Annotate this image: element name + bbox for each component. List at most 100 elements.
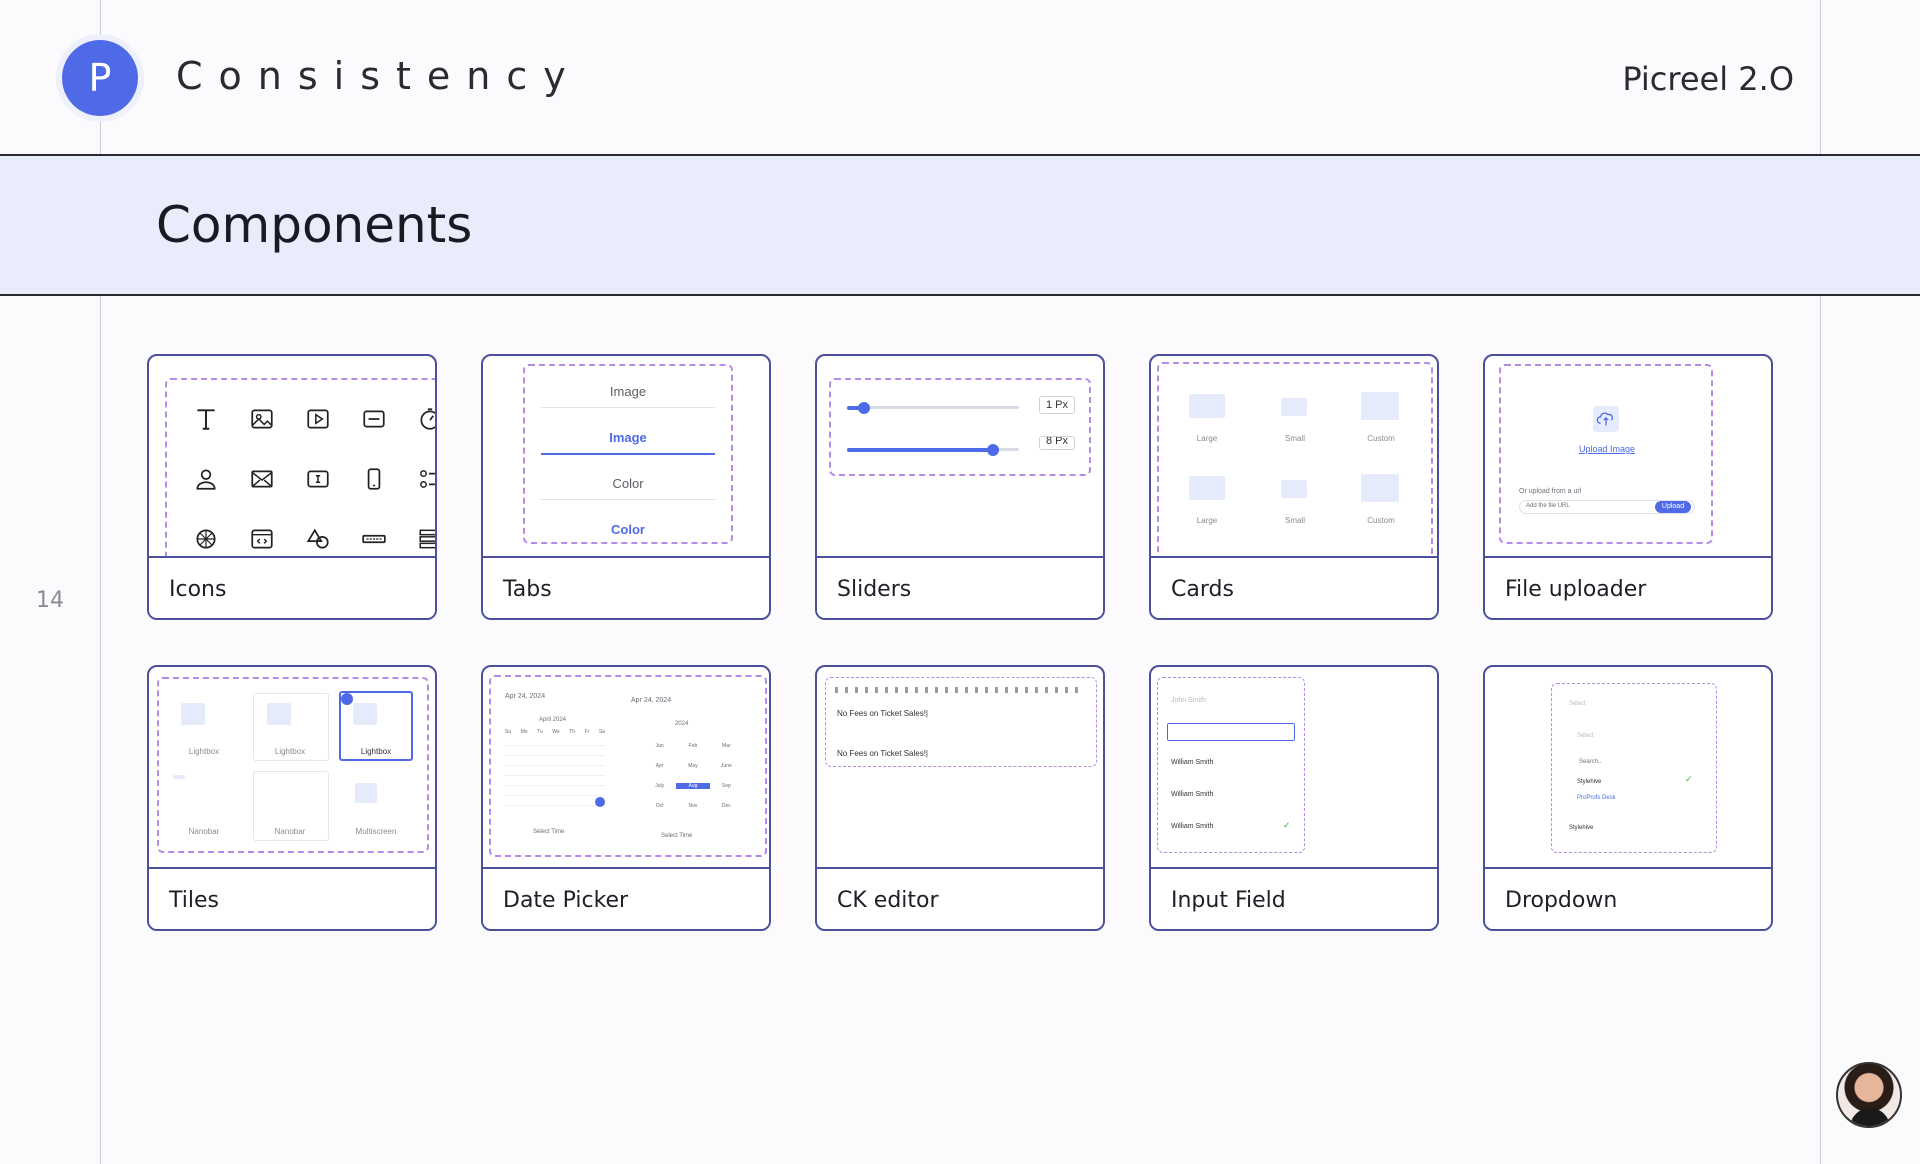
size-label: Large bbox=[1196, 516, 1218, 525]
section-title: Components bbox=[156, 196, 473, 254]
slider-value[interactable]: 8 Px bbox=[1039, 436, 1075, 450]
size-label: Large bbox=[1196, 434, 1218, 443]
input-focused[interactable] bbox=[1167, 723, 1295, 741]
month-option[interactable]: June bbox=[710, 763, 743, 769]
user-avatar[interactable] bbox=[1836, 1062, 1902, 1128]
card-label: File uploader bbox=[1485, 556, 1771, 618]
wheel-icon bbox=[196, 529, 216, 549]
url-placeholder: Add the file URL bbox=[1526, 503, 1570, 509]
input-value[interactable]: William Smith bbox=[1171, 791, 1213, 798]
slider-fill bbox=[847, 448, 994, 452]
page-number: 14 bbox=[36, 588, 64, 613]
month-option[interactable]: Feb bbox=[676, 743, 709, 749]
card-icons[interactable]: Icons bbox=[147, 354, 437, 620]
dropdown-option[interactable]: ProProfs Desk bbox=[1577, 795, 1616, 801]
card-sliders[interactable]: 1 Px 8 Px Sliders bbox=[815, 354, 1105, 620]
selected-day[interactable] bbox=[595, 797, 605, 807]
tab-image[interactable]: Image bbox=[541, 384, 715, 408]
slider-value[interactable]: 1 Px bbox=[1039, 396, 1075, 414]
month-option[interactable]: Sep bbox=[710, 783, 743, 789]
card-tiles[interactable]: Lightbox Lightbox Lightbox Nanobar Nanob… bbox=[147, 665, 437, 931]
tab-image-active[interactable]: Image bbox=[541, 430, 715, 455]
month-option[interactable]: Mar bbox=[710, 743, 743, 749]
timer-icon bbox=[420, 408, 435, 430]
size-label: Custom bbox=[1367, 434, 1395, 443]
card-tabs[interactable]: Image Image Color Color Tabs bbox=[481, 354, 771, 620]
weekday: Tu bbox=[537, 729, 543, 735]
input-value[interactable]: William Smith bbox=[1171, 823, 1213, 830]
month-option[interactable]: Dec bbox=[710, 803, 743, 809]
month-title: April 2024 bbox=[539, 717, 567, 723]
weekday: Mo bbox=[520, 729, 528, 735]
date-input[interactable]: Apr 24, 2024 bbox=[631, 697, 671, 704]
stack-icon bbox=[419, 529, 435, 549]
month-option[interactable]: July bbox=[643, 783, 676, 789]
mail-icon bbox=[251, 470, 273, 488]
card-file-uploader[interactable]: Upload Image Or upload from a url Add th… bbox=[1483, 354, 1773, 620]
tile-label: Lightbox bbox=[274, 747, 306, 756]
dropdown-option[interactable]: Stylehive bbox=[1577, 779, 1601, 785]
bar-icon bbox=[362, 534, 386, 544]
tile-label: Lightbox bbox=[188, 747, 220, 756]
product-version: Picreel 2.O bbox=[1622, 60, 1794, 98]
card-label: Input Field bbox=[1151, 867, 1437, 929]
dropdown-preview: Select Select Search.. Stylehive ✓ ProPr… bbox=[1485, 667, 1771, 867]
select-time[interactable]: Select Time bbox=[661, 833, 692, 839]
editor-toolbar[interactable] bbox=[835, 687, 1085, 693]
card-input-field[interactable]: John Smith William Smith William Smith W… bbox=[1149, 665, 1439, 931]
month-option[interactable]: May bbox=[676, 763, 709, 769]
card-ck-editor[interactable]: No Fees on Ticket Sales!| No Fees on Tic… bbox=[815, 665, 1105, 931]
tile-label: Multiscreen bbox=[355, 827, 397, 836]
date-input[interactable]: Apr 24, 2024 bbox=[505, 693, 545, 700]
weekday: Sa bbox=[598, 729, 605, 735]
input-field-preview: John Smith William Smith William Smith W… bbox=[1151, 667, 1437, 867]
input-placeholder[interactable]: John Smith bbox=[1171, 697, 1206, 704]
year-title: 2024 bbox=[675, 721, 689, 727]
tiles-preview: Lightbox Lightbox Lightbox Nanobar Nanob… bbox=[149, 667, 435, 867]
brand-logo: P bbox=[62, 40, 138, 116]
tabs-preview: Image Image Color Color bbox=[483, 356, 769, 556]
dropdown-placeholder[interactable]: Select bbox=[1577, 733, 1594, 739]
input-value[interactable]: William Smith bbox=[1171, 759, 1213, 766]
sliders-preview: 1 Px 8 Px bbox=[817, 356, 1103, 556]
shapes-icon bbox=[306, 528, 329, 549]
dropdown-search[interactable]: Search.. bbox=[1579, 759, 1601, 765]
check-icon bbox=[341, 693, 353, 705]
card-dropdown[interactable]: Select Select Search.. Stylehive ✓ ProPr… bbox=[1483, 665, 1773, 931]
select-time[interactable]: Select Time bbox=[533, 829, 564, 835]
input-icon bbox=[307, 470, 329, 488]
video-icon bbox=[307, 409, 329, 429]
url-hint: Or upload from a url bbox=[1519, 488, 1582, 495]
editor-text[interactable]: No Fees on Ticket Sales!| bbox=[837, 709, 928, 718]
weekday: We bbox=[552, 729, 560, 735]
month-option[interactable]: Oct bbox=[643, 803, 676, 809]
card-date-picker[interactable]: Apr 24, 2024 Apr 24, 2024 April 2024 202… bbox=[481, 665, 771, 931]
upload-image-link[interactable]: Upload Image bbox=[1565, 444, 1649, 454]
ck-editor-preview: No Fees on Ticket Sales!| No Fees on Tic… bbox=[817, 667, 1103, 867]
card-label: Sliders bbox=[817, 556, 1103, 618]
list-icon bbox=[420, 470, 435, 488]
month-option[interactable]: Jan bbox=[643, 743, 676, 749]
tab-color-active[interactable]: Color bbox=[541, 522, 715, 545]
month-option-selected[interactable]: Aug bbox=[676, 783, 710, 789]
icons-preview bbox=[149, 356, 435, 556]
tab-color[interactable]: Color bbox=[541, 476, 715, 500]
dropdown-selected[interactable]: Stylehive bbox=[1569, 825, 1593, 831]
size-label: Custom bbox=[1367, 516, 1395, 525]
card-label: Tiles bbox=[149, 867, 435, 929]
date-picker-preview: Apr 24, 2024 Apr 24, 2024 April 2024 202… bbox=[483, 667, 769, 867]
mobile-icon bbox=[367, 468, 381, 490]
month-option[interactable]: Apr bbox=[643, 763, 676, 769]
size-label: Small bbox=[1284, 434, 1305, 443]
user-icon bbox=[196, 469, 216, 490]
month-option[interactable]: Nov bbox=[676, 803, 709, 809]
slider-track[interactable] bbox=[847, 406, 1019, 409]
check-icon: ✓ bbox=[1283, 821, 1291, 831]
dropdown-placeholder[interactable]: Select bbox=[1569, 701, 1586, 707]
card-cards[interactable]: Large Small Custom Large Small Custom Ca… bbox=[1149, 354, 1439, 620]
editor-text[interactable]: No Fees on Ticket Sales!| bbox=[837, 749, 928, 758]
card-label: Dropdown bbox=[1485, 867, 1771, 929]
tile-label: Lightbox bbox=[360, 747, 392, 756]
weekday: Fr bbox=[584, 729, 590, 735]
upload-button[interactable]: Upload bbox=[1655, 501, 1691, 513]
